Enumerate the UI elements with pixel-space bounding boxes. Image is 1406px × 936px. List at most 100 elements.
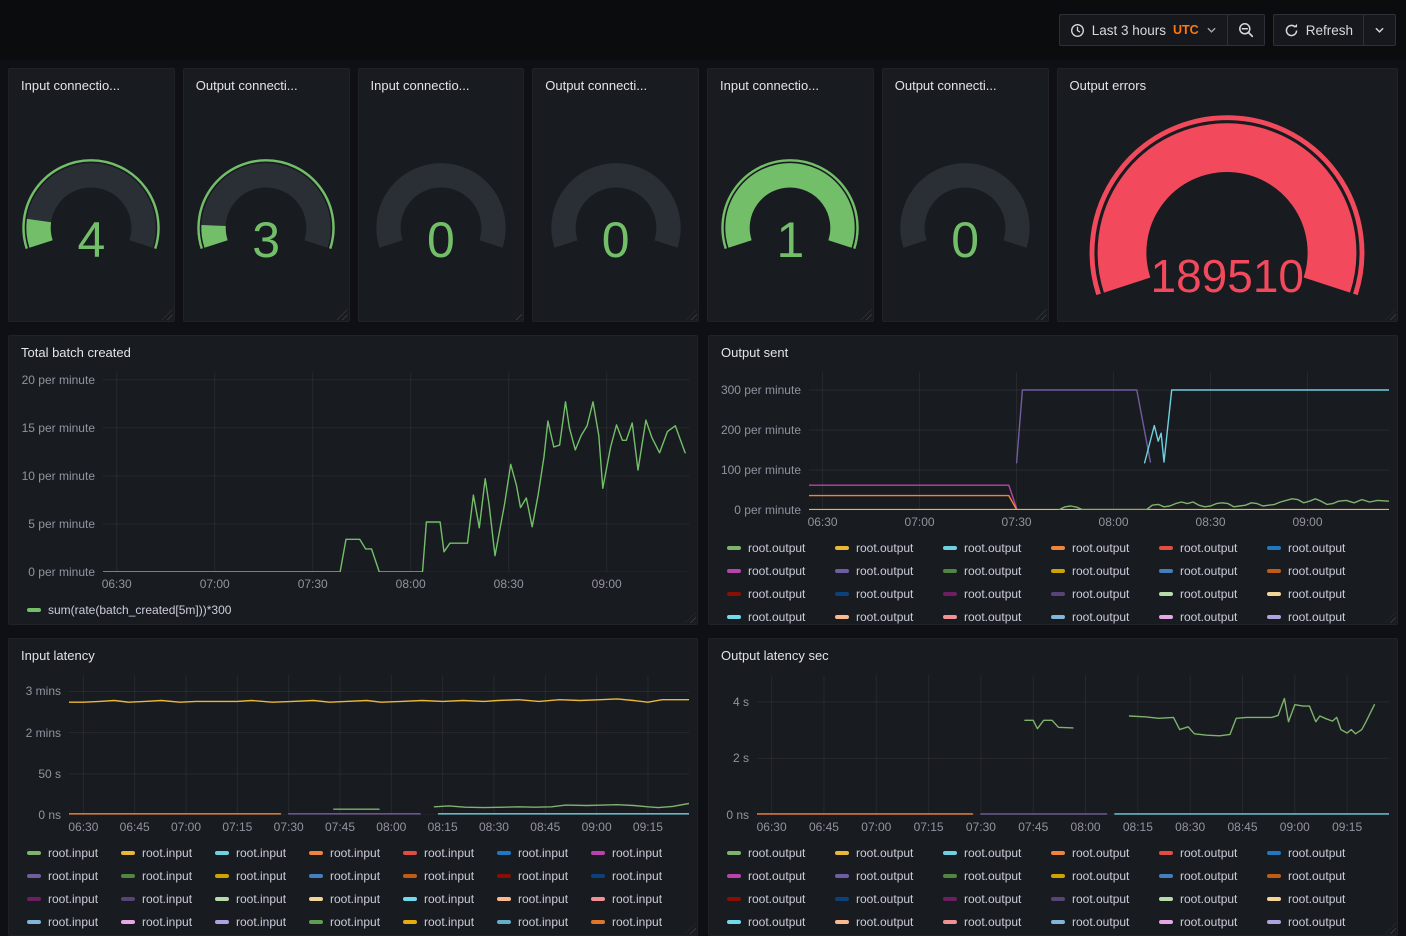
legend-item[interactable]: root.output [727,868,835,884]
legend-item[interactable]: root.input [497,868,591,884]
legend-item[interactable]: root.output [727,609,835,625]
legend-item[interactable]: root.output [1159,563,1267,579]
legend-item[interactable]: root.input [309,845,403,861]
legend-item[interactable]: root.input [121,868,215,884]
legend-item[interactable]: root.output [1267,586,1375,602]
legend-item[interactable]: root.output [1267,563,1375,579]
legend-item[interactable]: root.output [1051,891,1159,907]
legend-item[interactable]: root.input [497,891,591,907]
legend-item[interactable]: root.output [1267,540,1375,556]
legend-item[interactable]: root.input [121,891,215,907]
legend-item[interactable]: root.output [1267,609,1375,625]
panel-resize-handle[interactable] [861,309,872,320]
panel-title[interactable]: Output sent [709,336,1397,370]
legend-item[interactable]: root.input [215,868,309,884]
legend-item[interactable]: root.input [27,868,121,884]
legend-item[interactable]: root.input [27,845,121,861]
panel-resize-handle[interactable] [337,309,348,320]
legend-item[interactable]: root.output [835,868,943,884]
legend-item[interactable]: root.input [497,914,591,930]
legend-item[interactable]: root.output [727,540,835,556]
legend-item[interactable]: root.input [403,868,497,884]
legend-item[interactable]: root.input [309,891,403,907]
legend-item[interactable]: root.output [1051,845,1159,861]
legend-item[interactable]: root.output [727,891,835,907]
panel-resize-handle[interactable] [686,309,697,320]
chart-plot-area[interactable] [757,675,1389,815]
panel-title[interactable]: Input latency [9,639,697,673]
legend-item[interactable]: root.output [1159,891,1267,907]
time-range-button[interactable]: Last 3 hours UTC [1060,15,1227,45]
legend-item[interactable]: root.output [727,845,835,861]
legend-item[interactable]: root.input [309,914,403,930]
legend-item[interactable]: root.output [1051,868,1159,884]
legend-item[interactable]: root.output [1267,891,1375,907]
legend-item[interactable]: root.output [1159,540,1267,556]
legend-item[interactable]: root.output [943,586,1051,602]
legend-item[interactable]: root.output [1051,609,1159,625]
legend-item[interactable]: root.input [121,914,215,930]
legend-item[interactable]: root.output [943,868,1051,884]
legend-item[interactable]: root.output [835,845,943,861]
panel-title[interactable]: Output latency sec [709,639,1397,673]
chart-plot-area[interactable] [809,372,1389,510]
legend-item[interactable]: root.output [943,845,1051,861]
legend-item[interactable]: root.input [215,891,309,907]
legend-item[interactable]: root.input [121,845,215,861]
legend-item[interactable]: root.output [1267,845,1375,861]
legend-item[interactable]: root.output [727,563,835,579]
legend-item[interactable]: root.output [1159,609,1267,625]
zoom-out-button[interactable] [1227,15,1264,45]
legend-item[interactable]: root.input [27,891,121,907]
legend-item[interactable]: root.output [943,914,1051,930]
legend-item[interactable]: root.input [591,914,685,930]
legend-item[interactable]: root.output [835,609,943,625]
legend-item[interactable]: root.output [835,563,943,579]
legend-item[interactable]: root.input [27,914,121,930]
legend-item[interactable]: root.output [1159,586,1267,602]
legend-item[interactable]: root.output [835,914,943,930]
panel-title[interactable]: Output connecti... [533,69,698,103]
legend-item[interactable]: root.output [727,586,835,602]
legend-item[interactable]: root.input [591,845,685,861]
panel-resize-handle[interactable] [162,309,173,320]
legend-item[interactable]: root.output [1159,845,1267,861]
panel-title[interactable]: Output connecti... [184,69,349,103]
panel-title[interactable]: Input connectio... [708,69,873,103]
legend-item[interactable]: root.output [943,563,1051,579]
legend-item[interactable]: root.input [215,845,309,861]
legend-item[interactable]: root.output [1051,586,1159,602]
legend-item[interactable]: root.output [943,540,1051,556]
refresh-button[interactable]: Refresh [1274,15,1363,45]
legend-item[interactable]: root.output [835,586,943,602]
legend-item[interactable]: root.input [403,845,497,861]
legend-item[interactable]: root.output [1159,868,1267,884]
legend-item[interactable]: root.input [403,891,497,907]
legend-item[interactable]: root.output [943,609,1051,625]
legend-item[interactable]: root.input [497,845,591,861]
panel-title[interactable]: Output connecti... [883,69,1048,103]
legend-item[interactable]: root.input [309,868,403,884]
refresh-interval-dropdown[interactable] [1363,15,1395,45]
panel-resize-handle[interactable] [511,309,522,320]
legend-item[interactable]: root.output [727,914,835,930]
panel-resize-handle[interactable] [1385,309,1396,320]
legend-item[interactable]: root.output [835,540,943,556]
chart-plot-area[interactable] [69,675,689,815]
panel-title[interactable]: Input connectio... [359,69,524,103]
legend-item[interactable]: root.output [835,891,943,907]
legend-item[interactable]: root.output [1051,914,1159,930]
panel-resize-handle[interactable] [1036,309,1047,320]
panel-title[interactable]: Total batch created [9,336,697,370]
legend-item[interactable]: root.output [1267,914,1375,930]
legend-item[interactable]: root.input [403,914,497,930]
legend-item[interactable]: root.output [1051,563,1159,579]
legend-item[interactable]: root.input [591,868,685,884]
legend-item[interactable]: root.output [1051,540,1159,556]
chart-plot-area[interactable] [103,372,689,572]
legend-item[interactable]: root.input [215,914,309,930]
legend-item[interactable]: root.output [1159,914,1267,930]
legend-item[interactable]: sum(rate(batch_created[5m]))*300 [27,602,231,618]
legend-item[interactable]: root.output [1267,868,1375,884]
panel-title[interactable]: Input connectio... [9,69,174,103]
